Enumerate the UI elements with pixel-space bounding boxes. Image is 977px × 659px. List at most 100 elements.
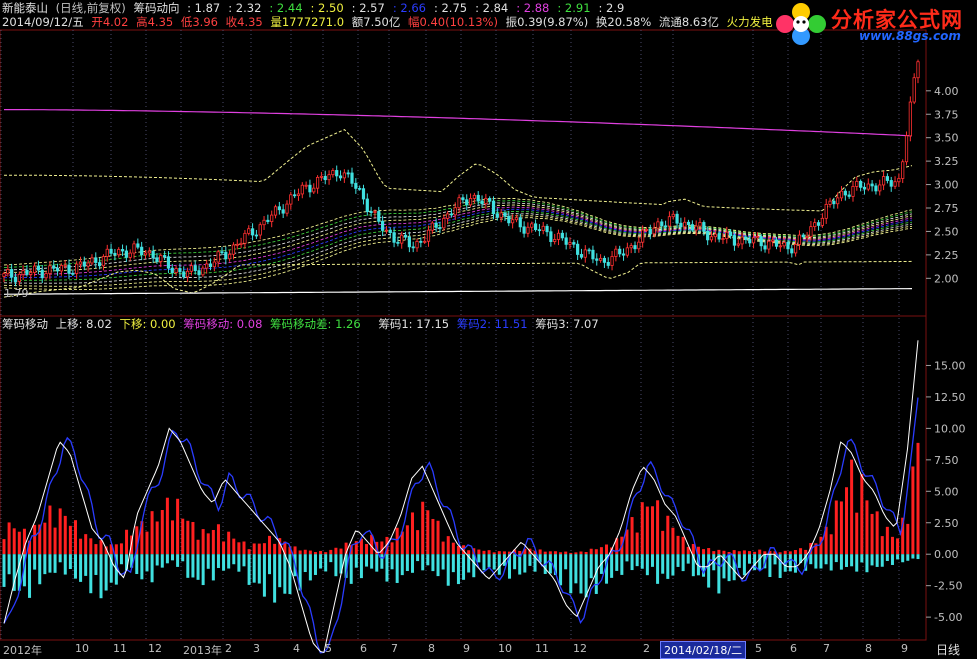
time-axis-label: 2 (643, 642, 650, 655)
down-chip-bar (635, 554, 639, 567)
time-axis-label: 9 (463, 642, 470, 655)
chip-level-value: : 2.66 (392, 1, 426, 15)
time-axis-label: 5 (755, 642, 762, 655)
cursor-date-box: 2014/02/18/二 (660, 641, 747, 659)
down-chip-bar (860, 554, 864, 563)
up-chip-bar (487, 550, 491, 555)
up-chip-bar (707, 548, 711, 555)
candle-body (185, 270, 190, 278)
price-min-label: 1.79 (4, 287, 29, 300)
quote-change: 幅0.40(10.13%) (408, 15, 498, 29)
candle-body (308, 184, 312, 193)
down-chip-bar (686, 554, 690, 564)
candle-body (120, 249, 125, 252)
candle-body (549, 231, 553, 242)
up-chip-bar (492, 552, 496, 555)
candle-body (671, 213, 675, 218)
candle-body (461, 197, 465, 201)
osc-chip1: 筹码1: 17.15 (378, 317, 450, 331)
candle-body (415, 240, 419, 249)
up-chip-bar (242, 541, 246, 555)
candle-body (568, 242, 572, 245)
time-axis-label: 2012年 (3, 644, 42, 657)
osc-tick-label: -2.50 (934, 580, 962, 593)
price-tick-label: 3.75 (934, 108, 959, 121)
down-chip-bar (400, 554, 404, 576)
candle-body (683, 221, 687, 228)
down-chip-bar (140, 554, 144, 580)
candle-body (457, 197, 461, 209)
candle-body (771, 239, 775, 242)
up-chip-bar (880, 536, 884, 555)
up-chip-bar (656, 500, 660, 555)
candle-body (140, 246, 144, 256)
candle-body (71, 272, 75, 275)
up-chip-bar (845, 487, 849, 555)
logo-url[interactable]: www.88gs.com (859, 29, 961, 43)
up-chip-bar (906, 523, 910, 555)
candle-body (377, 211, 381, 222)
candle-body (327, 174, 331, 181)
up-chip-bar (456, 545, 460, 555)
quote-sector[interactable]: 火力发电 (727, 15, 773, 29)
down-chip-bar (875, 554, 879, 567)
up-chip-bar (2, 539, 6, 555)
stock-name[interactable]: 新能泰山 (2, 1, 48, 15)
osc-tick-label: -5.00 (934, 611, 962, 624)
up-chip-bar (273, 543, 277, 555)
candle-body (652, 227, 656, 235)
up-chip-bar (206, 533, 210, 555)
down-chip-bar (370, 554, 374, 569)
down-chip-bar (809, 554, 813, 565)
time-axis-label: 7 (823, 642, 830, 655)
candle-body (602, 257, 607, 263)
up-chip-bar (181, 518, 185, 555)
candle-body (572, 242, 576, 245)
candle-body (163, 255, 167, 258)
up-chip-bar (7, 522, 11, 555)
down-chip-bar (395, 554, 399, 583)
period-button[interactable]: 日线 (936, 641, 960, 658)
up-chip-bar (671, 527, 675, 555)
candle-body (243, 232, 247, 244)
candle-body (151, 250, 155, 259)
down-chip-bar (681, 554, 685, 572)
up-chip-bar (247, 549, 251, 555)
down-chip-bar (94, 554, 98, 575)
chip-level-value: : 2.91 (557, 1, 591, 15)
up-chip-bar (94, 544, 98, 555)
down-chip-bar (324, 554, 328, 572)
up-chip-bar (446, 536, 450, 555)
down-chip-bar (855, 554, 859, 572)
osc-chip2: 筹码2: 11.51 (456, 317, 528, 331)
candle-body (105, 248, 109, 257)
up-chip-bar (262, 543, 266, 555)
up-chip-bar (605, 544, 609, 555)
candle-body (36, 265, 41, 271)
down-chip-bar (247, 554, 251, 585)
up-chip-bar (232, 538, 236, 555)
down-chip-bar (870, 554, 874, 566)
down-chip-bar (232, 554, 236, 565)
candle-body (358, 187, 362, 190)
down-chip-bar (523, 554, 527, 573)
candle-body (794, 244, 798, 254)
candle-body (648, 229, 652, 235)
down-chip-bar (916, 554, 920, 560)
up-chip-bar (308, 550, 312, 555)
down-chip-bar (410, 554, 414, 573)
down-chip-bar (911, 554, 915, 559)
candle-body (117, 249, 121, 256)
up-chip-bar (829, 534, 833, 555)
candle-body (816, 222, 821, 226)
down-chip-bar (2, 554, 6, 587)
quote-date: 2014/09/12/五 (2, 15, 84, 29)
down-chip-bar (906, 554, 910, 561)
candle-body (289, 194, 293, 205)
time-axis-label: 4 (293, 642, 300, 655)
down-chip-bar (451, 554, 455, 573)
candle-body (690, 224, 694, 231)
down-chip-bar (747, 554, 751, 564)
up-chip-bar (68, 525, 72, 555)
candle-body (537, 229, 541, 232)
